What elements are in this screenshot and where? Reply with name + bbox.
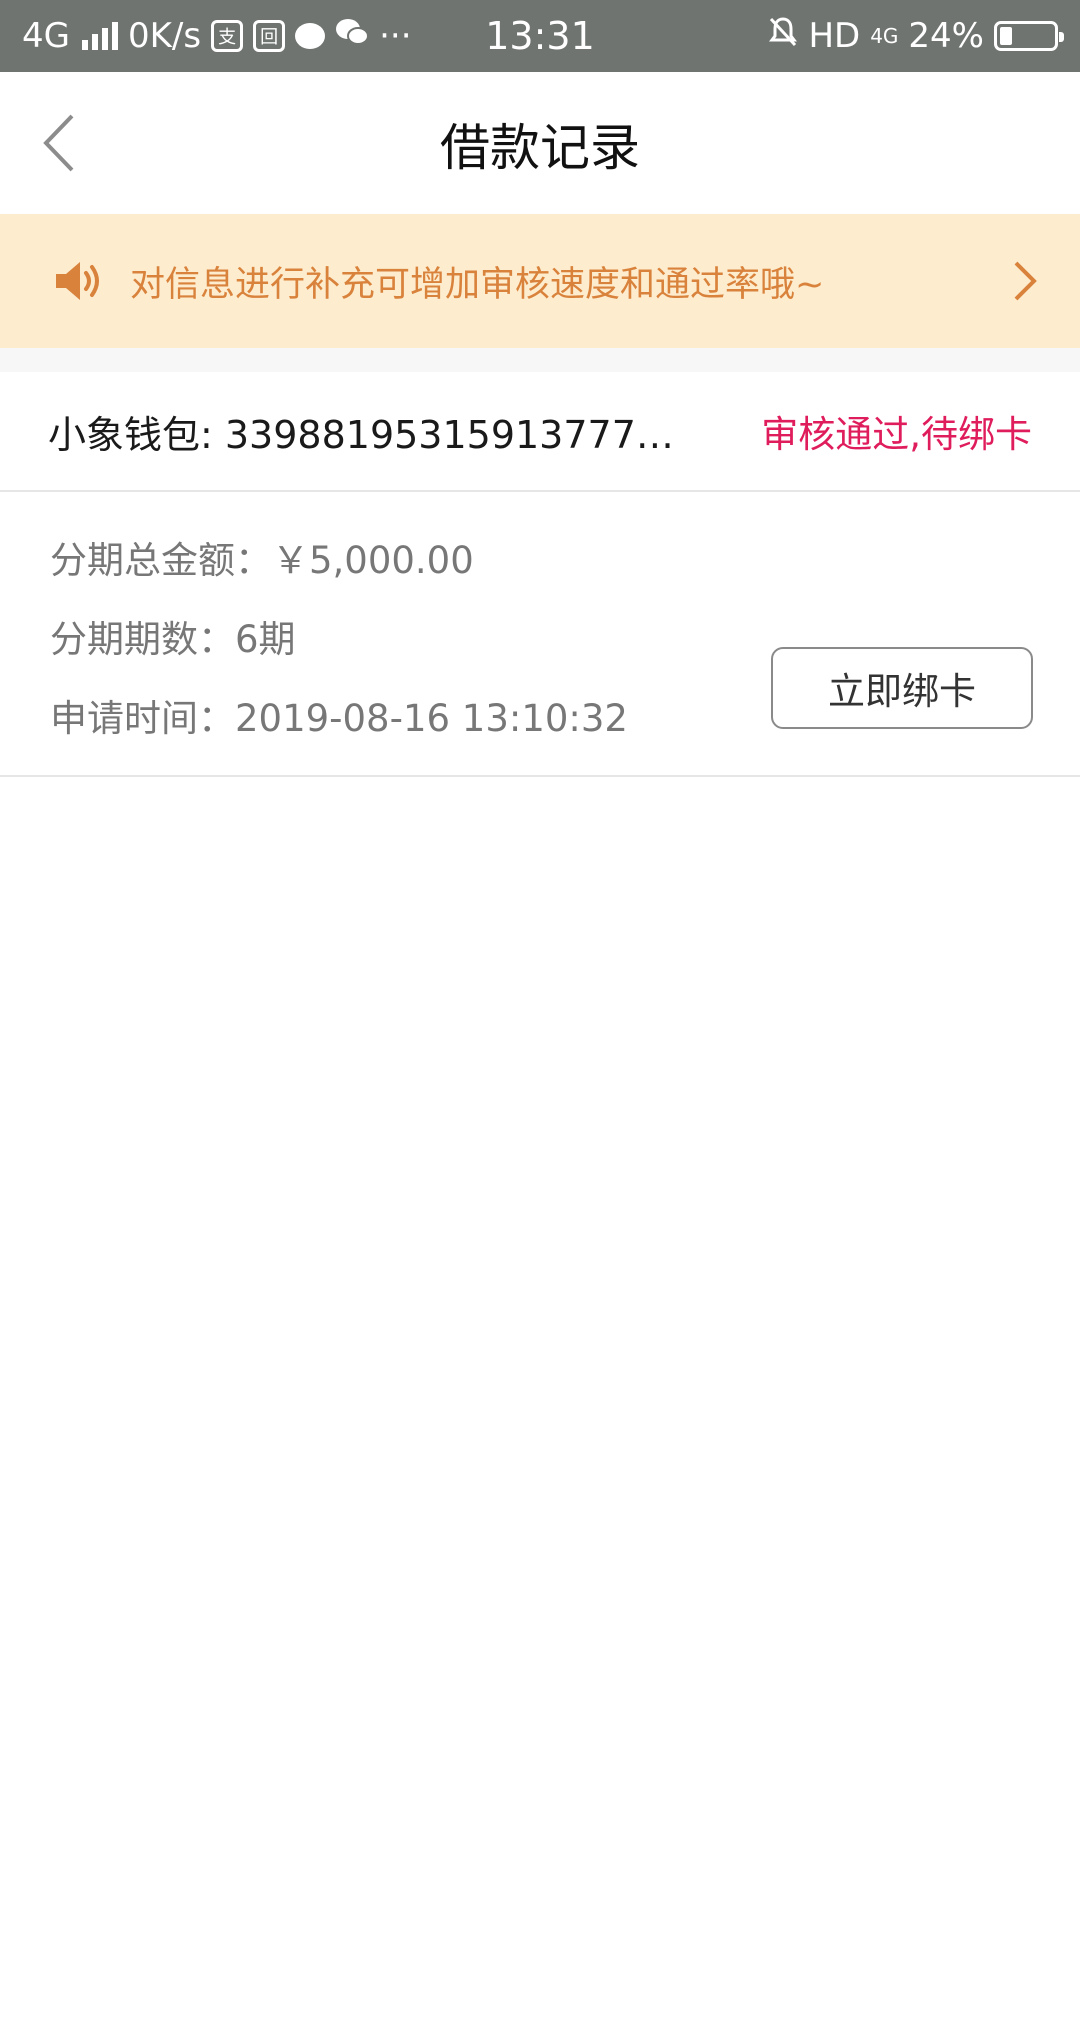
network-right-label: 4G: [870, 24, 899, 48]
wechat-icon: [335, 16, 370, 56]
total-amount: 分期总金额：￥5,000.00: [50, 539, 474, 582]
installment-periods: 分期期数：6期: [50, 618, 296, 661]
battery-icon: [994, 21, 1064, 51]
status-bar-right: HD 4G 24%: [768, 16, 1064, 57]
page-title: 借款记录: [440, 119, 640, 177]
signal-bars-icon: [81, 22, 118, 50]
app-notification-icon: 回: [253, 20, 286, 52]
notice-banner[interactable]: 对信息进行补充可增加审核速度和通过率哦~: [0, 214, 1080, 348]
apply-time: 申请时间：2019-08-16 13:10:32: [50, 697, 628, 740]
record-details: 分期总金额：￥5,000.00 分期期数：6期 申请时间：2019-08-16 …: [0, 492, 1080, 777]
section-divider: [0, 348, 1080, 372]
battery-level: [1000, 27, 1012, 45]
notice-text: 对信息进行补充可增加审核速度和通过率哦~: [130, 264, 825, 305]
mute-bell-icon: [768, 16, 798, 57]
more-notifications-icon: ···: [379, 16, 412, 56]
network-label: 4G: [22, 16, 70, 56]
record-header: 小象钱包: 33988195315913777… 审核通过,待绑卡: [0, 372, 1080, 492]
navigation-bar: 借款记录: [0, 72, 1080, 214]
status-bar-left: 4G 0K/s 支 回 ···: [22, 16, 412, 56]
message-bubble-icon: [295, 23, 326, 49]
bind-card-button[interactable]: 立即绑卡: [771, 647, 1033, 729]
chevron-right-icon: [1014, 261, 1037, 301]
status-bar: 4G 0K/s 支 回 ··· 13:31 HD 4G 24%: [0, 0, 1080, 72]
wallet-order-label: 小象钱包: 33988195315913777…: [48, 412, 674, 457]
hd-label: HD: [808, 16, 861, 56]
network-speed: 0K/s: [127, 16, 202, 56]
battery-percent: 24%: [908, 16, 984, 56]
status-badge: 审核通过,待绑卡: [761, 413, 1032, 456]
speaker-icon: [56, 262, 99, 300]
alipay-icon: 支: [211, 20, 244, 52]
